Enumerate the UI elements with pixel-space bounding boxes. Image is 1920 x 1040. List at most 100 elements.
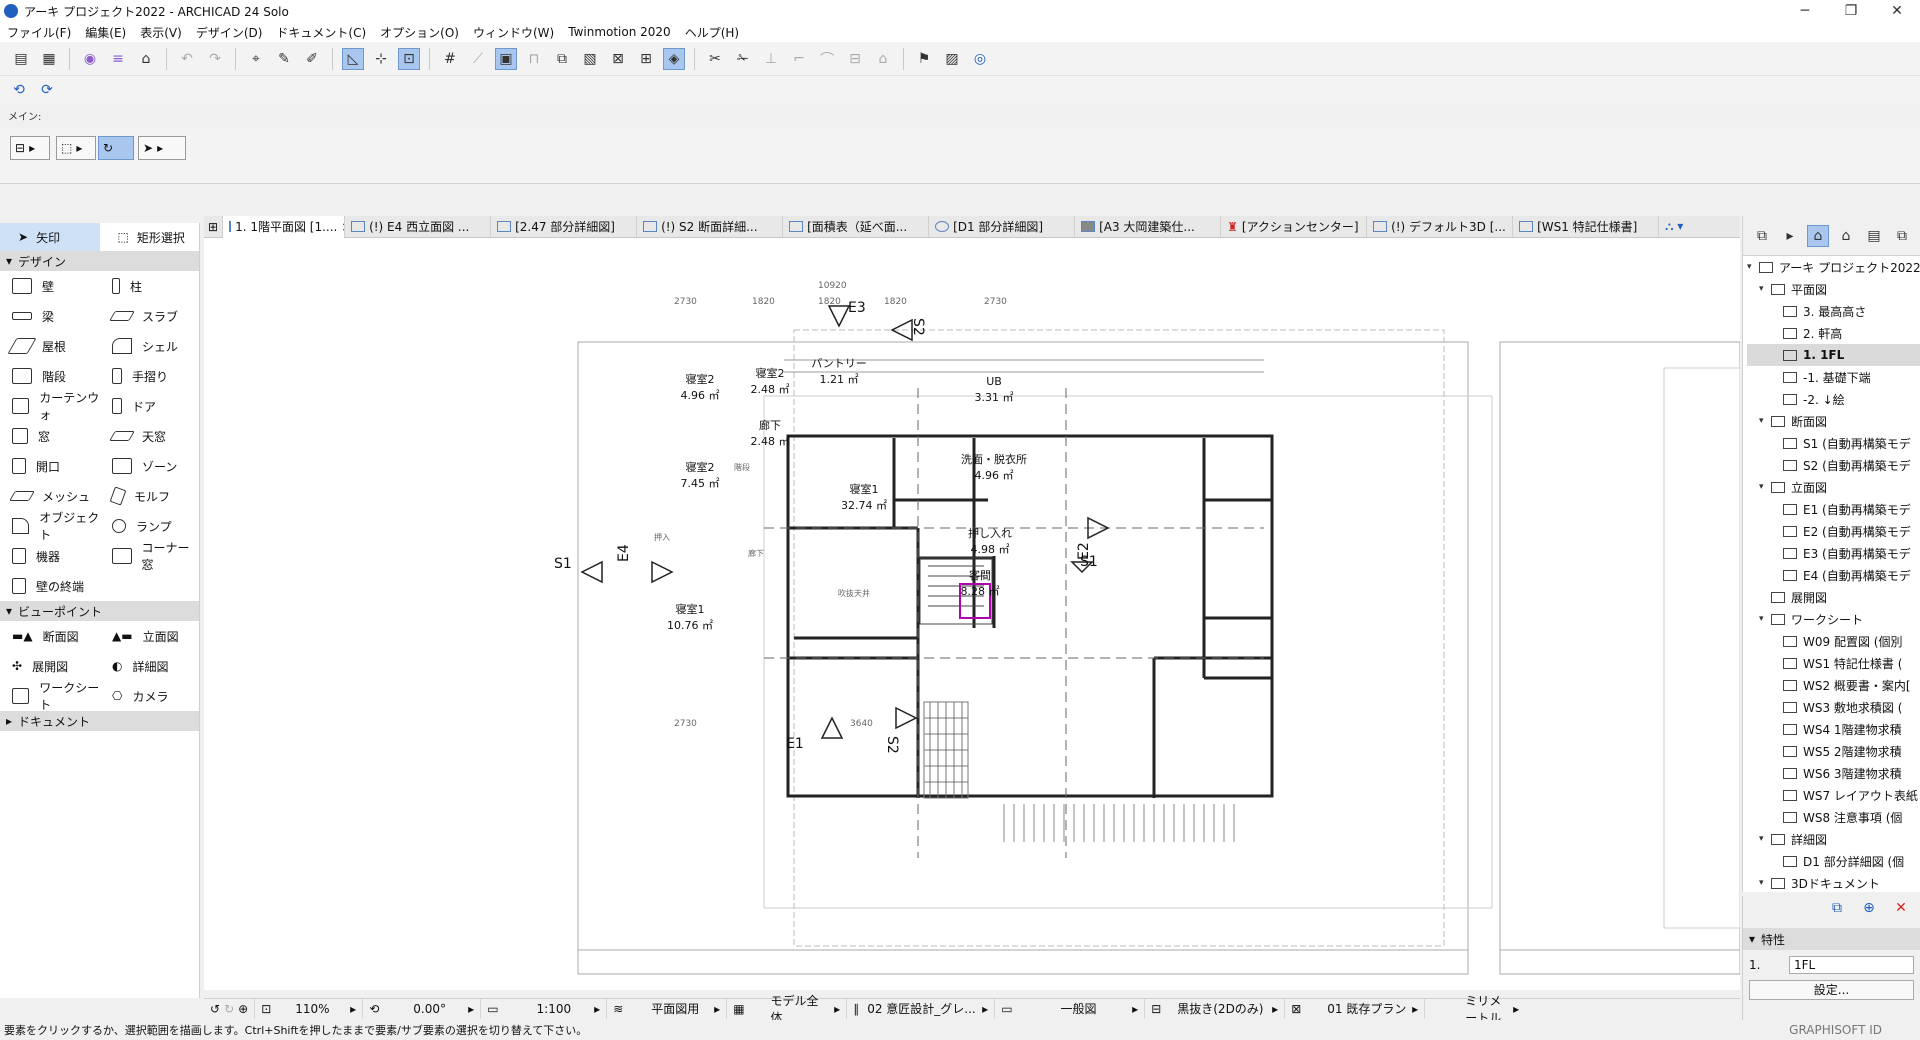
menu-edit[interactable]: 編集(E)	[78, 24, 133, 41]
tool-lamp[interactable]: ランプ	[100, 511, 200, 541]
section-design[interactable]: ▾ デザイン	[0, 251, 199, 271]
tool-wall[interactable]: 壁	[0, 271, 100, 301]
tool-beam[interactable]: 梁	[0, 301, 100, 331]
story-name-field[interactable]: 1FL	[1789, 956, 1914, 974]
menu-window[interactable]: ウィンドウ(W)	[466, 24, 561, 41]
room-label[interactable]: 洗面・脱衣所 4.96 ㎡	[956, 452, 1032, 484]
tool-worksheet[interactable]: ワークシート	[0, 681, 100, 712]
tool-corner-window[interactable]: コーナー窓	[100, 541, 200, 572]
teamwork-receive-icon[interactable]: ⟳	[36, 79, 58, 101]
tree-item[interactable]: D1 部分詳細図 (個	[1747, 850, 1920, 872]
tool-object[interactable]: オブジェクト	[0, 511, 100, 542]
bimcloud-icon[interactable]: ◎	[969, 48, 991, 70]
tool-slab[interactable]: スラブ	[100, 301, 200, 331]
project-map-icon[interactable]: ⌂	[1807, 224, 1829, 247]
select-all-icon[interactable]: ⊞	[635, 48, 657, 70]
tool-camera[interactable]: ⎔ カメラ	[100, 681, 200, 711]
delete-icon[interactable]: ✕	[1890, 897, 1912, 919]
tree-item[interactable]: 展開図	[1747, 586, 1920, 608]
tool-door[interactable]: ドア	[100, 391, 200, 421]
tree-item[interactable]: 2. 軒高	[1747, 322, 1920, 344]
save-icon[interactable]: ▦	[38, 48, 60, 70]
tree-item[interactable]: E3 (自動再構築モデ	[1747, 542, 1920, 564]
tree-item[interactable]: S1 (自動再構築モデ	[1747, 432, 1920, 454]
undo-zoom-icon[interactable]: ↺	[210, 1002, 220, 1016]
pen-icon[interactable]: ⟋	[467, 48, 489, 70]
navigator-forward-icon[interactable]: ▸	[1779, 225, 1801, 247]
menu-design[interactable]: デザイン(D)	[189, 24, 270, 41]
magic-wand-icon[interactable]: ◈	[663, 47, 685, 70]
rotate-button[interactable]: ↻	[98, 136, 134, 160]
tree-item[interactable]: ▾ 断面図	[1747, 410, 1920, 432]
snap-points-icon[interactable]: ⊡	[398, 47, 420, 70]
group-icon[interactable]: ⧉	[551, 48, 573, 70]
tool-shell[interactable]: シェル	[100, 331, 200, 361]
maximize-button[interactable]: ❐	[1828, 3, 1874, 19]
selection-method-button[interactable]: ⬚ ▸	[56, 136, 96, 160]
tree-item[interactable]: WS1 特記仕様書 (	[1747, 652, 1920, 674]
tab-detail-247[interactable]: [2.47 部分詳細図]	[491, 215, 638, 238]
tab-floor-plan[interactable]: 1. 1階平面図 [1....×	[223, 215, 346, 238]
adjust-icon[interactable]: ✁	[732, 48, 754, 70]
room-label[interactable]: 寝室2 7.45 ㎡	[670, 460, 730, 492]
tool-opening[interactable]: 開口	[0, 451, 100, 481]
section-viewpoint[interactable]: ▾ ビューポイント	[0, 601, 199, 621]
snap-guides-icon[interactable]: ⊹	[370, 48, 392, 70]
tool-wall-end[interactable]: 壁の終端	[0, 571, 100, 601]
tool-morph[interactable]: モルフ	[100, 481, 200, 511]
menu-view[interactable]: 表示(V)	[133, 24, 189, 41]
tool-zone[interactable]: ゾーン	[100, 451, 200, 481]
flag-icon[interactable]: ⚑	[913, 48, 935, 70]
offset-icon[interactable]: ⌒	[816, 48, 838, 70]
tab-list-button[interactable]: ⊞	[204, 215, 224, 238]
drawing-canvas[interactable]: E3 S2 S1 E4 S1 E2 E1 S2 10920 2730 1820 …	[204, 238, 1740, 990]
split-icon[interactable]: ✂	[704, 48, 726, 70]
grid-icon[interactable]: #	[439, 48, 461, 70]
tab-overflow-button[interactable]: ⛬ ▾	[1659, 216, 1689, 238]
renovation-icon[interactable]: ▨	[941, 48, 963, 70]
tree-item[interactable]: WS7 レイアウト表紙	[1747, 784, 1920, 806]
layer-icon[interactable]: ≡	[107, 48, 129, 70]
navigator-view-icon[interactable]: ⧉	[1751, 225, 1773, 247]
teamwork-send-icon[interactable]: ⟲	[8, 79, 30, 101]
tab-layout-a3[interactable]: [A3 大岡建築仕...	[1075, 215, 1222, 238]
layout-icon[interactable]: ▧	[579, 48, 601, 70]
zoom-in-icon[interactable]: ⊕	[238, 1002, 248, 1016]
zoom-level[interactable]: ⊡ 110% ▸	[255, 998, 364, 1019]
arrow-mode-button[interactable]: ➤ ▸	[138, 136, 186, 160]
properties-header[interactable]: ▾ 特性	[1743, 928, 1920, 950]
tree-item[interactable]: E4 (自動再構築モデ	[1747, 564, 1920, 586]
layout-book-icon[interactable]: ▤	[1863, 225, 1885, 247]
tree-item[interactable]: 3. 最高高さ	[1747, 300, 1920, 322]
tree-item[interactable]: -2. ↓絵	[1747, 388, 1920, 410]
tab-section-s2[interactable]: (!) S2 断面詳細...	[637, 215, 784, 238]
open-icon[interactable]: ▤	[10, 48, 32, 70]
menu-document[interactable]: ドキュメント(C)	[269, 24, 373, 41]
tree-item-selected[interactable]: 1. 1FL	[1747, 344, 1920, 366]
zoom-controls[interactable]: ↺ ↻ ⊕	[204, 998, 256, 1019]
menu-options[interactable]: オプション(O)	[373, 24, 466, 41]
menu-twinmotion[interactable]: Twinmotion 2020	[561, 25, 677, 39]
tree-item[interactable]: WS4 1階建物求積	[1747, 718, 1920, 740]
tree-item[interactable]: WS6 3階建物求積	[1747, 762, 1920, 784]
geometry-method-button[interactable]: ⊟ ▸	[10, 136, 50, 160]
tab-area-table[interactable]: [面積表（延べ面...	[783, 215, 930, 238]
room-label[interactable]: 客間 8.28 ㎡	[950, 568, 1010, 600]
tool-elevation[interactable]: ▲▬ 立面図	[100, 621, 200, 651]
tool-skylight[interactable]: 天窓	[100, 421, 200, 451]
tool-equipment[interactable]: 機器	[0, 541, 100, 571]
renovation-selector[interactable]: ⊠ 01 既存プラン ▸	[1285, 998, 1426, 1019]
lock-icon[interactable]: ⊓	[523, 48, 545, 70]
section-document[interactable]: ▸ ドキュメント	[0, 711, 199, 731]
redo-icon[interactable]: ↷	[204, 48, 226, 70]
inject-icon[interactable]: ✐	[301, 48, 323, 70]
hat-icon[interactable]: ⌂	[135, 48, 157, 70]
tree-item[interactable]: WS8 注意事項 (個	[1747, 806, 1920, 828]
pick-up-icon[interactable]: ⌖	[245, 48, 267, 70]
menu-file[interactable]: ファイル(F)	[0, 24, 78, 41]
tab-3d-default[interactable]: (!) デフォルト3D [...	[1367, 215, 1514, 238]
tool-window[interactable]: 窓	[0, 421, 100, 451]
guide-lines-icon[interactable]: ◺	[342, 47, 364, 70]
room-label[interactable]: UB 3.31 ㎡	[964, 374, 1024, 406]
eyedropper-icon[interactable]: ✎	[273, 48, 295, 70]
